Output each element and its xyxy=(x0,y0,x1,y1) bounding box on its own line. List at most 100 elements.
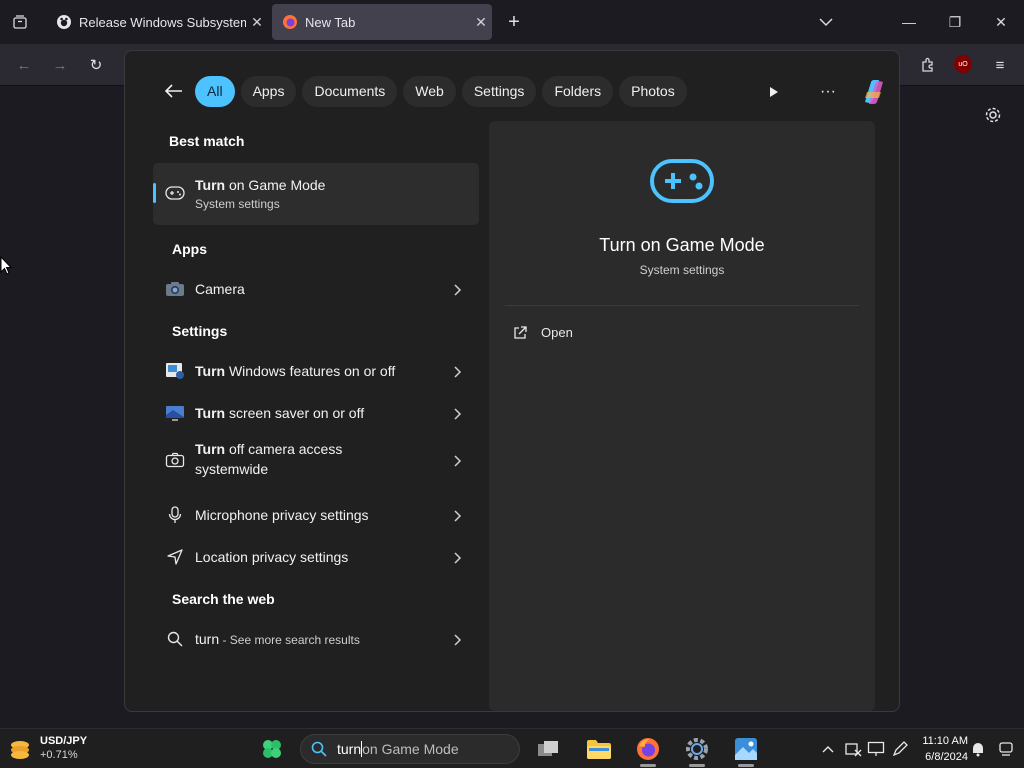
app-item-camera[interactable]: Camera xyxy=(153,269,479,309)
tab-release-windows-subsystem[interactable]: Release Windows Subsystem For ✕ xyxy=(46,4,268,40)
setting-camera-access[interactable]: Turn off camera access systemwide xyxy=(153,435,479,485)
settings-heading: Settings xyxy=(172,323,228,339)
search-web-heading: Search the web xyxy=(172,591,275,607)
setting-screen-saver[interactable]: Turn screen saver on or off xyxy=(153,393,479,433)
task-view-icon[interactable] xyxy=(534,735,562,763)
web-search-result[interactable]: turn - See more search results xyxy=(153,619,479,659)
copilot-icon[interactable] xyxy=(859,77,889,107)
app-item-label: Camera xyxy=(195,281,245,297)
new-tab-plus-icon[interactable]: + xyxy=(502,10,526,34)
clock-time: 11:10 AM xyxy=(922,735,968,747)
running-indicator xyxy=(738,764,754,767)
taskbar-search-input[interactable]: turn on Game Mode xyxy=(300,734,520,764)
search-suggestion-text: on Game Mode xyxy=(362,741,459,757)
screen-saver-icon xyxy=(165,403,185,423)
tab-overview-icon[interactable] xyxy=(8,10,32,34)
close-tab-icon[interactable]: ✕ xyxy=(246,14,268,31)
settings-gear-icon[interactable] xyxy=(982,104,1004,126)
setting-label: Turn Windows features on or off xyxy=(195,363,396,379)
game-controller-icon xyxy=(165,183,185,203)
result-preview-pane: Turn on Game Mode System settings Open xyxy=(489,121,875,711)
filter-bar: All Apps Documents Web Settings Folders … xyxy=(161,75,693,107)
mouse-cursor-icon xyxy=(0,255,13,281)
close-window-icon[interactable]: ✕ xyxy=(986,8,1016,36)
start-icon[interactable] xyxy=(258,735,286,763)
setting-label: Turn off camera access systemwide xyxy=(195,441,343,477)
open-action[interactable]: Open xyxy=(513,325,573,340)
setting-windows-features[interactable]: Turn Windows features on or off xyxy=(153,351,479,391)
back-icon[interactable]: ← xyxy=(12,53,36,77)
best-match-game-mode[interactable]: Turn on Game Mode System settings xyxy=(153,163,479,225)
filter-web[interactable]: Web xyxy=(403,75,456,107)
filter-documents[interactable]: Documents xyxy=(302,75,398,107)
setting-label: Turn screen saver on or off xyxy=(195,405,365,421)
clock-date: 6/8/2024 xyxy=(925,751,968,763)
show-hidden-icons-chevron[interactable] xyxy=(818,739,838,759)
preview-subtitle: System settings xyxy=(639,263,725,277)
minimize-icon[interactable]: — xyxy=(894,8,924,36)
filter-settings[interactable]: Settings xyxy=(461,75,537,107)
list-all-tabs-icon[interactable] xyxy=(814,10,838,34)
restore-icon[interactable]: ❐ xyxy=(940,8,970,36)
location-icon xyxy=(165,547,185,567)
chevron-right-icon xyxy=(451,454,463,467)
web-result-label: turn - See more search results xyxy=(195,631,360,647)
setting-location-privacy[interactable]: Location privacy settings xyxy=(153,537,479,577)
camera-icon xyxy=(165,450,185,470)
forward-icon[interactable]: → xyxy=(48,53,72,77)
running-indicator xyxy=(689,764,705,767)
best-match-subtitle: System settings xyxy=(195,197,280,211)
windows-search-panel: All Apps Documents Web Settings Folders … xyxy=(124,50,900,712)
panel-actions: ··· xyxy=(745,77,889,107)
notification-bell-icon[interactable] xyxy=(968,739,988,759)
tab-title: Release Windows Subsystem For xyxy=(79,14,246,30)
network-off-icon[interactable] xyxy=(843,739,863,759)
ublock-icon[interactable]: uO xyxy=(954,55,972,73)
clock[interactable]: 11:10 AM 6/8/2024 xyxy=(912,733,968,765)
firefox-icon xyxy=(282,14,298,30)
filter-all[interactable]: All xyxy=(195,75,235,107)
filter-photos[interactable]: Photos xyxy=(619,75,687,107)
microphone-icon xyxy=(165,505,185,525)
back-arrow-icon[interactable] xyxy=(161,78,187,104)
search-typed-text: turn xyxy=(337,741,363,757)
display-icon[interactable] xyxy=(866,739,886,759)
extensions-icon[interactable] xyxy=(916,53,940,77)
chevron-right-icon xyxy=(451,365,463,378)
github-icon xyxy=(56,14,72,30)
chevron-right-icon xyxy=(451,509,463,522)
pen-icon[interactable] xyxy=(890,739,910,759)
weather-widget[interactable]: USD/JPY +0.71% xyxy=(6,735,96,763)
filter-folders[interactable]: Folders xyxy=(542,75,614,107)
browser-tab-strip: Release Windows Subsystem For ✕ New Tab … xyxy=(0,0,1024,44)
tab-title: New Tab xyxy=(305,14,356,30)
chevron-right-icon xyxy=(451,283,463,296)
chevron-right-icon xyxy=(451,633,463,646)
game-controller-large-icon xyxy=(649,157,715,210)
filter-apps[interactable]: Apps xyxy=(240,75,297,107)
widget-symbol: USD/JPY xyxy=(40,735,88,747)
open-external-icon xyxy=(513,325,527,340)
close-tab-icon[interactable]: ✕ xyxy=(470,14,492,31)
preview-title: Turn on Game Mode xyxy=(599,235,765,255)
firefox-taskbar-icon[interactable] xyxy=(634,735,662,763)
play-icon[interactable] xyxy=(759,77,789,107)
reload-icon[interactable]: ↻ xyxy=(84,53,108,77)
selection-accent xyxy=(153,183,156,203)
file-explorer-icon[interactable] xyxy=(585,735,613,763)
search-icon xyxy=(165,629,185,649)
camera-app-icon xyxy=(165,279,185,299)
tab-new-tab[interactable]: New Tab ✕ xyxy=(272,4,492,40)
widget-change: +0.71% xyxy=(40,749,78,761)
chevron-right-icon xyxy=(451,551,463,564)
more-options-icon[interactable]: ··· xyxy=(813,77,843,107)
menu-icon[interactable]: ≡ xyxy=(988,53,1012,77)
search-icon xyxy=(311,741,327,757)
chevron-right-icon xyxy=(451,407,463,420)
setting-microphone-privacy[interactable]: Microphone privacy settings xyxy=(153,495,479,535)
currency-icon xyxy=(8,739,32,766)
apps-heading: Apps xyxy=(172,241,207,257)
quick-settings-icon[interactable] xyxy=(996,739,1016,759)
settings-app-icon[interactable] xyxy=(683,735,711,763)
photos-app-icon[interactable] xyxy=(732,735,760,763)
